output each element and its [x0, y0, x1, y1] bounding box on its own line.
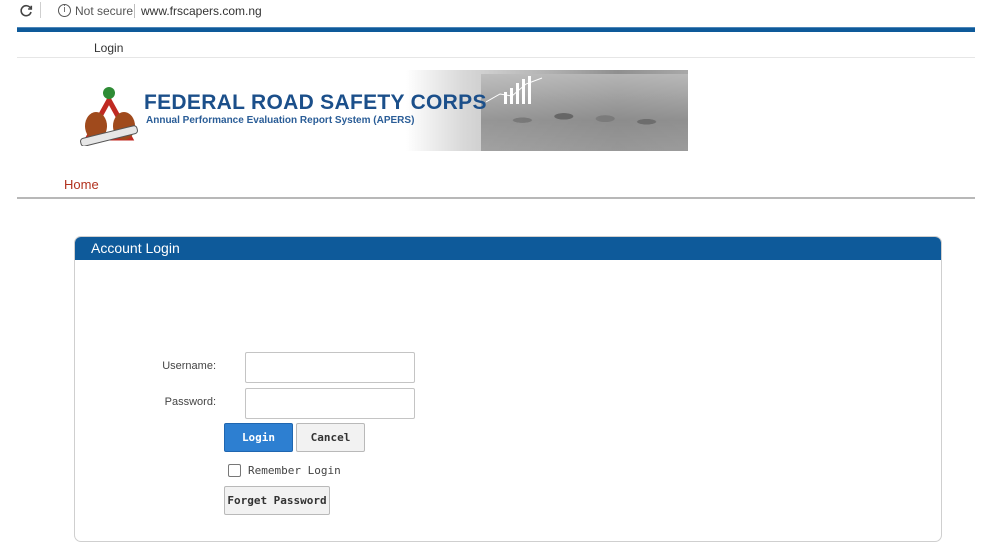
- panel-header: Account Login: [75, 237, 941, 260]
- top-login-link[interactable]: Login: [94, 41, 123, 55]
- banner-subtitle: Annual Performance Evaluation Report Sys…: [146, 115, 415, 126]
- top-blue-bar: [17, 27, 975, 32]
- nav-divider: [17, 197, 975, 199]
- not-secure-label[interactable]: Not secure: [75, 4, 133, 18]
- frsc-crest-logo: [80, 87, 138, 146]
- password-label: Password:: [164, 396, 216, 408]
- address-separator: [40, 2, 41, 18]
- password-input[interactable]: [245, 388, 415, 419]
- remember-login-checkbox[interactable]: [228, 464, 241, 477]
- username-label: Username:: [162, 360, 216, 372]
- cancel-button[interactable]: Cancel: [296, 423, 365, 452]
- info-icon[interactable]: i: [58, 4, 71, 17]
- reload-icon[interactable]: [17, 2, 35, 20]
- forget-password-button[interactable]: Forget Password: [224, 486, 330, 515]
- panel-title: Account Login: [91, 240, 180, 256]
- bar-graph-graphic: [486, 76, 543, 104]
- nav-home-link[interactable]: Home: [64, 177, 99, 192]
- login-button[interactable]: Login: [224, 423, 293, 452]
- browser-address-bar: i Not secure www.frscapers.com.ng: [0, 0, 983, 22]
- username-input[interactable]: [245, 352, 415, 383]
- url-text[interactable]: www.frscapers.com.ng: [141, 4, 262, 18]
- url-separator: [134, 4, 135, 18]
- remember-login-row: Remember Login: [228, 464, 341, 477]
- banner-title: FEDERAL ROAD SAFETY CORPS: [144, 91, 487, 114]
- remember-login-label[interactable]: Remember Login: [248, 464, 341, 477]
- top-divider: [17, 57, 975, 58]
- account-login-panel: Account Login: [74, 236, 942, 542]
- header-banner: FEDERAL ROAD SAFETY CORPS Annual Perform…: [76, 70, 688, 151]
